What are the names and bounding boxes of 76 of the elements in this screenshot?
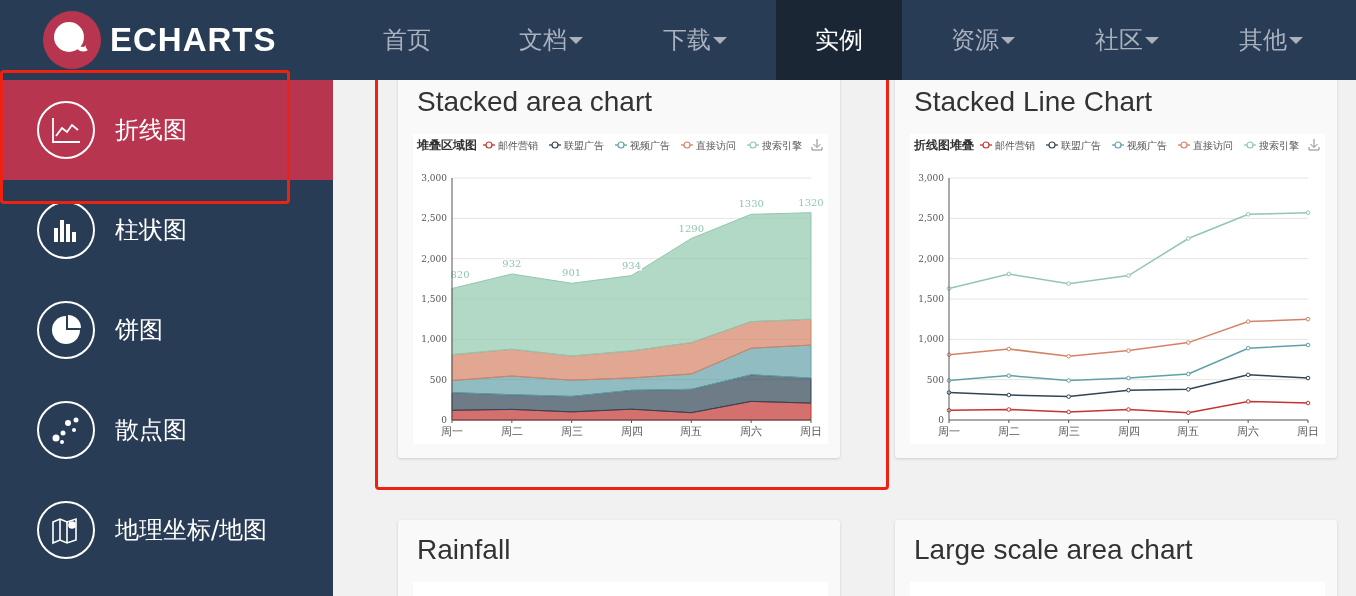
chart-title: 折线图堆叠	[914, 138, 974, 152]
card-title: Stacked area chart	[416, 86, 654, 119]
axis-tick-label: 1,500	[421, 294, 447, 304]
card-title: Large scale area chart	[913, 534, 1194, 567]
example-card[interactable]: Stacked Line Chart 折线图堆叠 邮件营销 联盟广告 视频广告 直接访问 搜索引擎 0 500 1,000 1,500 2,000 2,500 3,000 周一 周二 周三 周四 周五 周六 周日	[895, 80, 1337, 458]
map-icon	[36, 500, 96, 560]
chart-title: 堆叠区域图	[417, 138, 477, 152]
data-label: 1290	[678, 222, 705, 234]
sidebar-label: 折线图	[115, 115, 187, 146]
data-label: 1320	[798, 196, 824, 208]
sidebar-label: 地理坐标/地图	[115, 515, 268, 546]
axis-category-label: 周四	[620, 425, 643, 438]
sidebar-label: 柱状图	[115, 215, 187, 246]
sidebar-label: 散点图	[115, 415, 187, 446]
download-icon[interactable]	[1308, 138, 1320, 151]
axis-category-label: 周三	[1057, 425, 1080, 438]
legend-label[interactable]: 视频广告	[630, 140, 670, 151]
brand-name[interactable]: ECHARTS	[110, 21, 277, 59]
axis-category-label: 周三	[560, 425, 583, 438]
logo-icon	[42, 10, 102, 70]
nav-menu-item[interactable]: 实例	[776, 0, 902, 80]
legend-label[interactable]: 邮件营销	[995, 140, 1035, 151]
nav-menu-item[interactable]: 文档	[479, 0, 623, 80]
axis-tick-label: 1,500	[918, 294, 944, 304]
axis-tick-label: 1,000	[421, 334, 447, 345]
axis-category-label: 周二	[500, 425, 523, 438]
axis-tick-label: 2,500	[918, 213, 944, 224]
data-label: 1330	[738, 198, 764, 210]
card-title: Stacked Line Chart	[913, 86, 1154, 119]
legend-label[interactable]: 邮件营销	[498, 140, 538, 151]
axis-tick-label: 0	[938, 415, 944, 425]
sidebar-item[interactable]: 散点图	[0, 380, 333, 480]
axis-tick-label: 3,000	[421, 173, 447, 183]
axis-tick-label: 2,000	[421, 253, 447, 264]
axis-tick-label: 500	[429, 374, 447, 385]
axis-tick-label: 1,000	[918, 334, 944, 345]
data-label: 934	[621, 259, 642, 271]
sidebar-item[interactable]: 柱状图	[0, 180, 333, 280]
legend-label[interactable]: 联盟广告	[564, 140, 604, 151]
legend-label[interactable]: 搜索引擎	[762, 140, 802, 151]
nav-menu-item[interactable]: 社区	[1055, 0, 1199, 80]
legend-label[interactable]: 视频广告	[1127, 140, 1167, 151]
legend-label[interactable]: 直接访问	[696, 140, 736, 151]
sidebar-label: 饼图	[115, 315, 163, 346]
axis-tick-label: 2,000	[918, 253, 944, 264]
axis-tick-label: 500	[926, 374, 944, 385]
download-icon[interactable]	[811, 138, 823, 151]
axis-category-label: 周四	[1117, 425, 1140, 438]
data-label: 901	[562, 267, 582, 279]
axis-category-label: 周五	[680, 425, 703, 438]
axis-tick-label: 0	[441, 415, 447, 425]
axis-category-label: 周一	[938, 425, 960, 438]
axis-category-label: 周日	[800, 425, 822, 438]
pie-chart-icon	[36, 300, 96, 360]
nav-menu-item[interactable]: 其他	[1199, 0, 1343, 80]
axis-category-label: 周一	[441, 425, 463, 438]
data-label: 932	[502, 258, 522, 269]
axis-category-label: 周五	[1177, 425, 1200, 438]
nav-menu-item[interactable]: 下载	[623, 0, 767, 80]
axis-tick-label: 2,500	[421, 213, 447, 224]
axis-category-label: 周日	[1297, 425, 1319, 438]
legend-label[interactable]: 搜索引擎	[1259, 140, 1299, 151]
sidebar-item[interactable]: 地理坐标/地图	[0, 480, 333, 580]
sidebar-item[interactable]: 饼图	[0, 280, 333, 380]
legend-label[interactable]: 直接访问	[1193, 140, 1233, 151]
scatter-plot-icon	[36, 400, 96, 460]
legend-label[interactable]: 联盟广告	[1061, 140, 1101, 151]
card-title: Rainfall	[416, 534, 512, 567]
nav-menu-item[interactable]: 首页	[335, 0, 479, 80]
axis-category-label: 周六	[1237, 425, 1260, 438]
axis-category-label: 周二	[997, 425, 1020, 438]
axis-tick-label: 3,000	[918, 173, 944, 183]
line-chart-icon	[36, 100, 96, 160]
nav-menu-item[interactable]: 资源	[911, 0, 1055, 80]
sidebar-item[interactable]: 折线图	[0, 80, 333, 180]
axis-category-label: 周六	[740, 425, 763, 438]
